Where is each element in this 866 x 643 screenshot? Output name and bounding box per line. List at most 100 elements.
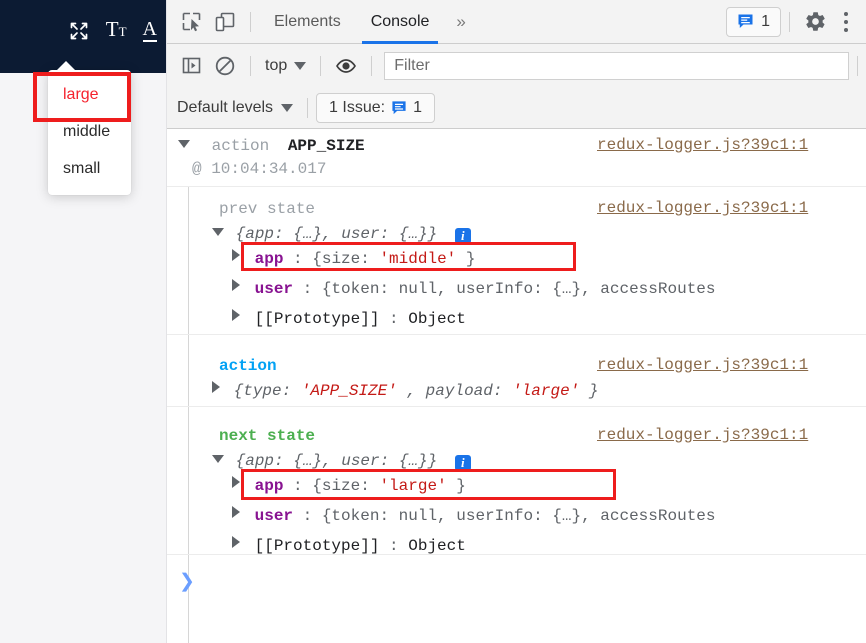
prev-state-prop-prototype[interactable]: [[Prototype]] : Object [232, 309, 466, 329]
source-link[interactable]: redux-logger.js?39c1:1 [597, 199, 808, 217]
console-divider-3 [371, 55, 373, 76]
property-key: user [254, 280, 294, 298]
log-divider [167, 406, 866, 407]
source-link[interactable]: redux-logger.js?39c1:1 [597, 356, 808, 374]
inspect-element-icon[interactable] [174, 0, 208, 44]
prev-state-summary[interactable]: {app: {…}, user: {…}} i [212, 224, 471, 244]
property-key: user [254, 507, 294, 525]
fullscreen-icon[interactable] [68, 20, 90, 42]
issues-summary-button[interactable]: 1 Issue: 1 [316, 92, 435, 123]
issues-badge-button[interactable]: 1 [726, 6, 781, 37]
prev-state-prop-user[interactable]: user : {token: null, userInfo: {…}, acce… [232, 279, 716, 299]
next-state-prop-user[interactable]: user : {token: null, userInfo: {…}, acce… [232, 506, 716, 526]
source-link[interactable]: redux-logger.js?39c1:1 [597, 136, 808, 154]
devtools-more-options-icon[interactable] [832, 0, 860, 44]
property-separator: : [389, 537, 409, 555]
chevron-down-icon [294, 61, 307, 70]
property-separator: : [302, 507, 322, 525]
action-object-close: } [588, 382, 599, 400]
action-type-value: 'APP_SIZE' [300, 382, 397, 400]
device-toolbar-icon[interactable] [208, 0, 242, 44]
console-divider-1 [250, 55, 251, 76]
property-separator: : [293, 477, 313, 495]
filter-input[interactable] [394, 56, 839, 75]
prev-state-summary-text: {app: {…}, user: {…}} [235, 225, 438, 243]
issues-summary-count: 1 [413, 98, 422, 116]
live-expression-eye-icon[interactable] [329, 44, 363, 87]
action-object-mid: , payload: [406, 382, 513, 400]
prev-state-prop-app[interactable]: app : {size: 'middle' } [232, 249, 475, 269]
tab-elements[interactable]: Elements [259, 0, 356, 44]
property-value-close: } [456, 477, 466, 495]
property-value: Object [408, 537, 466, 555]
property-value-string: 'large' [379, 477, 447, 495]
expand-triangle-icon[interactable] [232, 249, 240, 261]
expand-triangle-icon[interactable] [232, 309, 240, 321]
settings-gear-icon[interactable] [798, 0, 832, 44]
expand-triangle-icon[interactable] [232, 476, 240, 488]
property-separator: : [293, 250, 313, 268]
screen-root: TT A large middle small Elements Console… [0, 0, 866, 643]
log-levels-selector[interactable]: Default levels [177, 99, 299, 117]
size-option-middle[interactable]: middle [48, 113, 131, 150]
console-divider-2 [320, 55, 322, 76]
issue-message-icon [392, 100, 406, 114]
action-object-open: {type: [233, 382, 301, 400]
console-divider-4 [857, 55, 858, 76]
prev-state-label: prev state [219, 200, 316, 218]
expand-triangle-icon[interactable] [232, 279, 240, 291]
action-timestamp: @ 10:04:34.017 [192, 160, 327, 178]
next-state-prop-prototype[interactable]: [[Prototype]] : Object [232, 536, 466, 556]
log-divider [167, 186, 866, 187]
app-pane: TT A large middle small [0, 0, 167, 643]
property-value-open: {size: [312, 250, 380, 268]
property-key: app [254, 477, 284, 495]
info-badge-icon[interactable]: i [454, 455, 471, 471]
console-filter-box[interactable] [384, 51, 849, 80]
property-value-string: 'middle' [379, 250, 457, 268]
action-payload-summary[interactable]: {type: 'APP_SIZE' , payload: 'large' } [212, 381, 599, 401]
next-state-prop-app[interactable]: app : {size: 'large' } [232, 476, 466, 496]
expand-triangle-icon[interactable] [212, 455, 224, 463]
console-toolbar-secondary: Default levels 1 Issue: 1 [167, 87, 866, 129]
collapse-triangle-icon[interactable] [178, 140, 190, 148]
size-option-small[interactable]: small [48, 150, 131, 187]
devtools-tabstrip: Elements Console » 1 [167, 0, 866, 44]
expand-triangle-icon[interactable] [232, 506, 240, 518]
expand-triangle-icon[interactable] [212, 381, 220, 393]
console-sidebar-toggle-icon[interactable] [174, 44, 208, 87]
property-key: app [254, 250, 284, 268]
property-key: [[Prototype]] [254, 310, 380, 328]
property-value-open: {size: [312, 477, 380, 495]
console-prompt[interactable]: ❯ [179, 570, 195, 593]
log-levels-label: Default levels [177, 98, 274, 116]
next-state-summary[interactable]: {app: {…}, user: {…}} i [212, 451, 471, 471]
theme-color-icon[interactable]: A [142, 19, 157, 42]
console-log-area[interactable]: action APP_SIZE redux-logger.js?39c1:1 @… [167, 129, 866, 643]
clear-console-icon[interactable] [208, 44, 242, 87]
info-badge-icon[interactable]: i [454, 228, 471, 244]
action-type-name: APP_SIZE [287, 137, 365, 155]
execution-context-selector[interactable]: top [259, 57, 312, 75]
property-value: {token: null, userInfo: {…}, accessRoute… [321, 507, 716, 525]
action-payload-value: 'large' [512, 382, 580, 400]
size-option-large[interactable]: large [48, 76, 131, 113]
expand-triangle-icon[interactable] [232, 536, 240, 548]
action-label: action [211, 137, 270, 155]
prompt-caret-icon: ❯ [179, 571, 195, 592]
size-dropdown-menu: large middle small [48, 70, 131, 195]
tab-console[interactable]: Console [356, 0, 445, 44]
property-value-close: } [465, 250, 476, 268]
log-group-action-header[interactable]: action APP_SIZE [178, 136, 365, 156]
console-toolbar-primary: top [167, 44, 866, 87]
source-link[interactable]: redux-logger.js?39c1:1 [597, 426, 808, 444]
toolbar-divider-2 [789, 11, 790, 32]
font-size-icon[interactable]: TT [106, 19, 127, 42]
property-value: Object [408, 310, 466, 328]
expand-triangle-icon[interactable] [212, 228, 224, 236]
more-tabs-icon[interactable]: » [444, 0, 477, 44]
property-separator: : [302, 280, 322, 298]
chevron-down-icon [281, 103, 294, 112]
console-divider-5 [307, 97, 309, 118]
action-dispatch-label: action [219, 357, 277, 375]
